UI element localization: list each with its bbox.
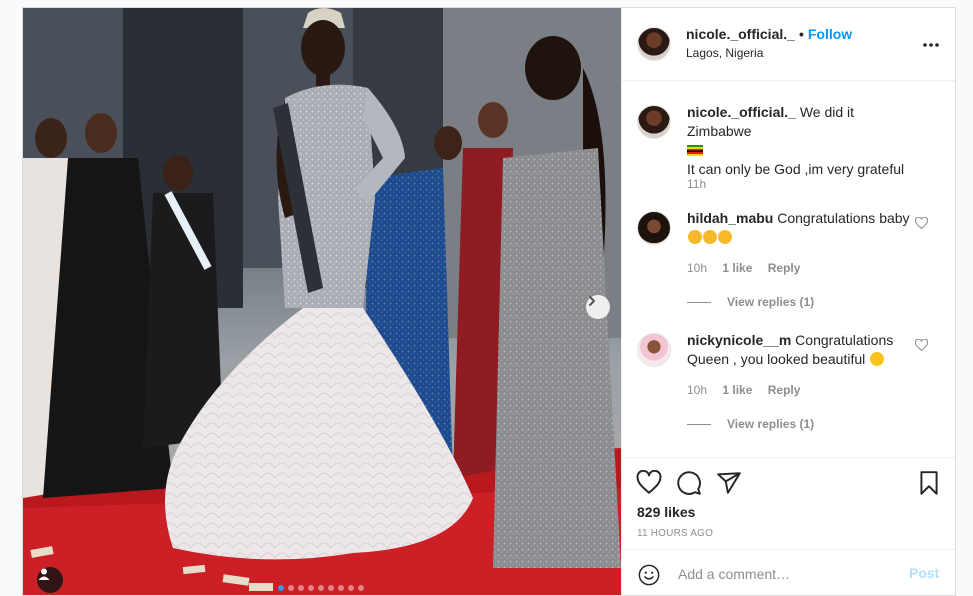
post-card: nicole._official._ • Follow Lagos, Nigeria… (22, 7, 956, 596)
slide-indicator (278, 585, 364, 591)
more-options-icon (923, 43, 939, 47)
comment-time[interactable]: 10h (687, 383, 707, 397)
post-header: nicole._official._ • Follow Lagos, Nigeria (622, 8, 955, 81)
comments-section: nicole._official._ We did it Zimbabwe It… (622, 81, 955, 457)
comment-likes[interactable]: 1 like (722, 261, 752, 275)
comment-input[interactable] (676, 562, 890, 586)
chevron-right-icon (589, 296, 595, 306)
caption-time[interactable]: 11h (687, 177, 706, 191)
photo-illustration (23, 8, 621, 595)
view-replies-label: View replies (1) (727, 417, 815, 431)
user-tag-button[interactable] (37, 567, 63, 593)
comment-meta: 10h 1 like Reply (687, 383, 812, 397)
heart-eyes-icon (870, 352, 885, 366)
view-replies-button[interactable]: View replies (1) (687, 295, 814, 309)
slide-dot-2 (288, 585, 294, 591)
add-comment-bar: Post (622, 549, 955, 595)
slide-dot-4 (308, 585, 314, 591)
post-location[interactable]: Lagos, Nigeria (686, 46, 763, 60)
follow-button[interactable]: Follow (808, 26, 852, 42)
heart-icon[interactable] (915, 339, 928, 351)
caption-meta: 11h (687, 177, 718, 191)
user-tag-icon (38, 568, 50, 580)
slide-dot-5 (318, 585, 324, 591)
slide-dot-8 (348, 585, 354, 591)
comment-likes[interactable]: 1 like (722, 383, 752, 397)
comment-meta: 10h 1 like Reply (687, 261, 812, 275)
comment-body: Congratulations baby (777, 210, 910, 226)
clapping-hands-icon (687, 229, 732, 245)
action-bar: 829 likes 11 HOURS AGO (622, 457, 955, 550)
reply-button[interactable]: Reply (768, 383, 801, 397)
author-line: nicole._official._ • Follow (686, 26, 852, 42)
comment-username[interactable]: hildah_mabu (687, 210, 773, 226)
separator-dot: • (798, 26, 804, 42)
caption-line2: It can only be God ,im very grateful (687, 161, 905, 177)
caption: nicole._official._ We did it Zimbabwe It… (637, 103, 937, 193)
post-timestamp[interactable]: 11 HOURS AGO (637, 528, 713, 539)
comment-text: hildah_mabu Congratulations baby (687, 209, 917, 247)
likes-count[interactable]: 829 likes (637, 504, 695, 520)
author-username[interactable]: nicole._official._ (686, 26, 795, 42)
comment-text: nickynicole__m Congratulations Queen , y… (687, 331, 917, 369)
next-slide-button[interactable] (586, 295, 610, 319)
slide-dot-9 (358, 585, 364, 591)
caption-username[interactable]: nicole._official._ (687, 104, 796, 120)
post-side-panel: nicole._official._ • Follow Lagos, Nigeria… (621, 8, 955, 595)
comment: nickynicole__m Congratulations Queen , y… (637, 331, 937, 431)
reply-button[interactable]: Reply (768, 261, 801, 275)
comment-icon[interactable] (676, 470, 702, 496)
post-photo[interactable] (23, 8, 621, 595)
bookmark-icon[interactable] (916, 470, 942, 496)
replies-divider (687, 423, 711, 425)
view-replies-label: View replies (1) (727, 295, 815, 309)
comment-avatar[interactable] (637, 333, 671, 367)
author-avatar[interactable] (637, 27, 671, 61)
more-options-button[interactable] (922, 32, 940, 53)
comment-avatar[interactable] (637, 211, 671, 245)
replies-divider (687, 301, 711, 303)
caption-avatar[interactable] (637, 105, 671, 139)
slide-dot-7 (338, 585, 344, 591)
caption-text: nicole._official._ We did it Zimbabwe It… (687, 103, 917, 179)
view-replies-button[interactable]: View replies (1) (687, 417, 814, 431)
slide-dot-3 (298, 585, 304, 591)
post-comment-button[interactable]: Post (909, 565, 939, 581)
comment-time[interactable]: 10h (687, 261, 707, 275)
comment: hildah_mabu Congratulations baby 10h 1 l… (637, 209, 937, 309)
heart-icon[interactable] (915, 217, 928, 229)
comment-username[interactable]: nickynicole__m (687, 332, 791, 348)
slide-dot-1 (278, 585, 284, 591)
slide-dot-6 (328, 585, 334, 591)
share-icon[interactable] (716, 470, 742, 496)
emoji-icon[interactable] (638, 564, 660, 586)
heart-icon[interactable] (636, 470, 662, 496)
zimbabwe-flag-icon (687, 145, 703, 156)
